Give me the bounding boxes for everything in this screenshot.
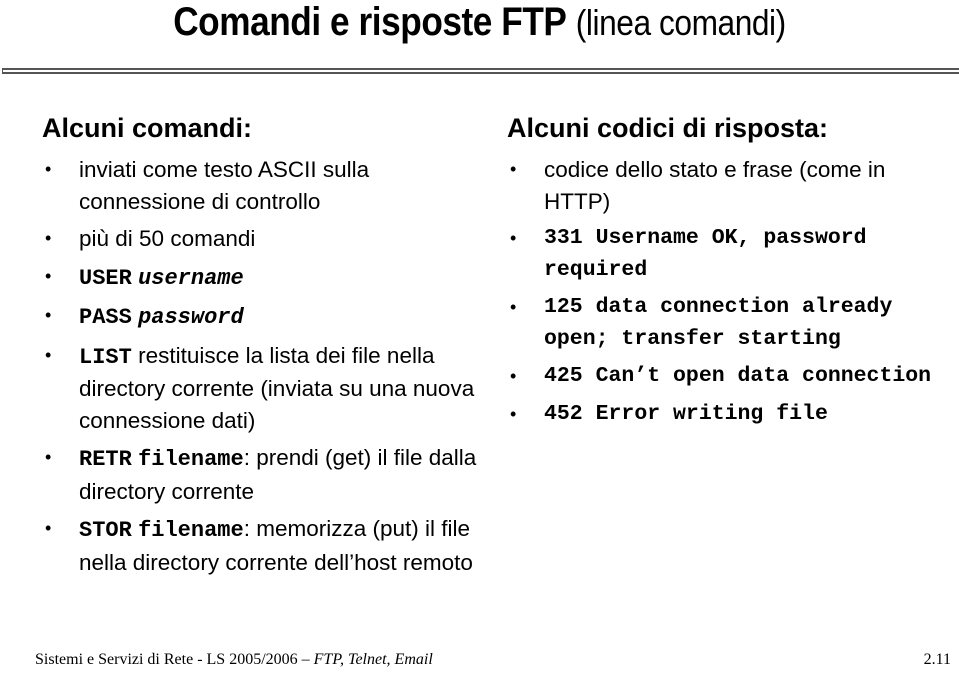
footer-topic: FTP, Telnet, Email: [313, 651, 433, 668]
command-name: USER: [79, 265, 132, 291]
responses-column: Alcuni codici di risposta: • codice dell…: [507, 110, 957, 436]
commands-list: • inviati come testo ASCII sulla conness…: [42, 154, 482, 578]
list-item: • più di 50 comandi: [42, 223, 482, 255]
list-item: • PASS password: [42, 300, 482, 334]
bullet-icon: •: [45, 447, 52, 467]
list-item: • USER username: [42, 261, 482, 295]
responses-list: • codice dello stato e frase (come in HT…: [507, 154, 957, 217]
list-item: • STOR filename: memorizza (put) il file…: [42, 513, 482, 578]
response-code-text: 331 Username OK, password required: [544, 226, 867, 282]
list-item: • LIST restituisce la lista dei file nel…: [42, 340, 482, 437]
list-item: • inviati come testo ASCII sulla conness…: [42, 154, 482, 217]
responses-heading: Alcuni codici di risposta:: [507, 113, 829, 143]
footer-course-text: Sistemi e Servizi di Rete - LS 2005/2006…: [35, 651, 314, 668]
bullet-icon: •: [510, 228, 517, 248]
commands-heading: Alcuni comandi:: [42, 113, 253, 143]
bullet-icon: •: [45, 228, 52, 248]
response-code-item: • 125 data connection already open; tran…: [507, 292, 957, 355]
response-code-item: • 452 Error writing file: [507, 399, 957, 431]
response-code-item: • 331 Username OK, password required: [507, 223, 957, 286]
command-name: RETR: [79, 447, 132, 472]
item-text: più di 50 comandi: [79, 226, 256, 251]
footer-course: Sistemi e Servizi di Rete - LS 2005/2006…: [35, 651, 433, 669]
bullet-icon: •: [45, 518, 52, 538]
response-code-text: 452 Error writing file: [544, 401, 828, 426]
bullet-icon: •: [510, 159, 517, 179]
response-code-text: 125 data connection already open; transf…: [544, 295, 893, 351]
bullet-icon: •: [510, 366, 517, 386]
item-text: restituisce la lista dei file nella dire…: [79, 342, 475, 433]
command-arg: username: [138, 265, 244, 291]
commands-column: Alcuni comandi: • inviati come testo ASC…: [42, 110, 482, 584]
response-codes-list: • 331 Username OK, password required • 1…: [507, 223, 957, 430]
command-name: LIST: [79, 344, 132, 370]
list-item: • RETR filename: prendi (get) il file da…: [42, 442, 482, 507]
response-code-text: 425 Can’t open data connection: [544, 364, 932, 388]
bullet-icon: •: [45, 344, 52, 365]
page-number: 2.11: [923, 651, 951, 668]
command-arg: password: [138, 305, 244, 330]
slide-title-sub: (linea comandi): [575, 2, 786, 43]
title-rule: [2, 68, 959, 74]
list-item: • codice dello stato e frase (come in HT…: [507, 154, 957, 217]
item-text: inviati come testo ASCII sulla connessio…: [79, 157, 370, 214]
command-name: STOR: [79, 518, 132, 543]
slide-title: Comandi e risposte FTP (linea comandi): [58, 0, 902, 45]
bullet-icon: •: [45, 265, 52, 286]
command-name: PASS: [79, 305, 132, 330]
item-text: codice dello stato e frase (come in HTTP…: [544, 157, 886, 214]
command-arg: filename: [138, 447, 244, 472]
response-code-item: • 425 Can’t open data connection: [507, 361, 957, 393]
bullet-icon: •: [510, 297, 517, 317]
bullet-icon: •: [510, 403, 517, 424]
bullet-icon: •: [45, 159, 52, 179]
slide-title-main: Comandi e risposte FTP: [173, 0, 567, 44]
bullet-icon: •: [45, 305, 52, 325]
command-arg: filename: [138, 518, 244, 543]
